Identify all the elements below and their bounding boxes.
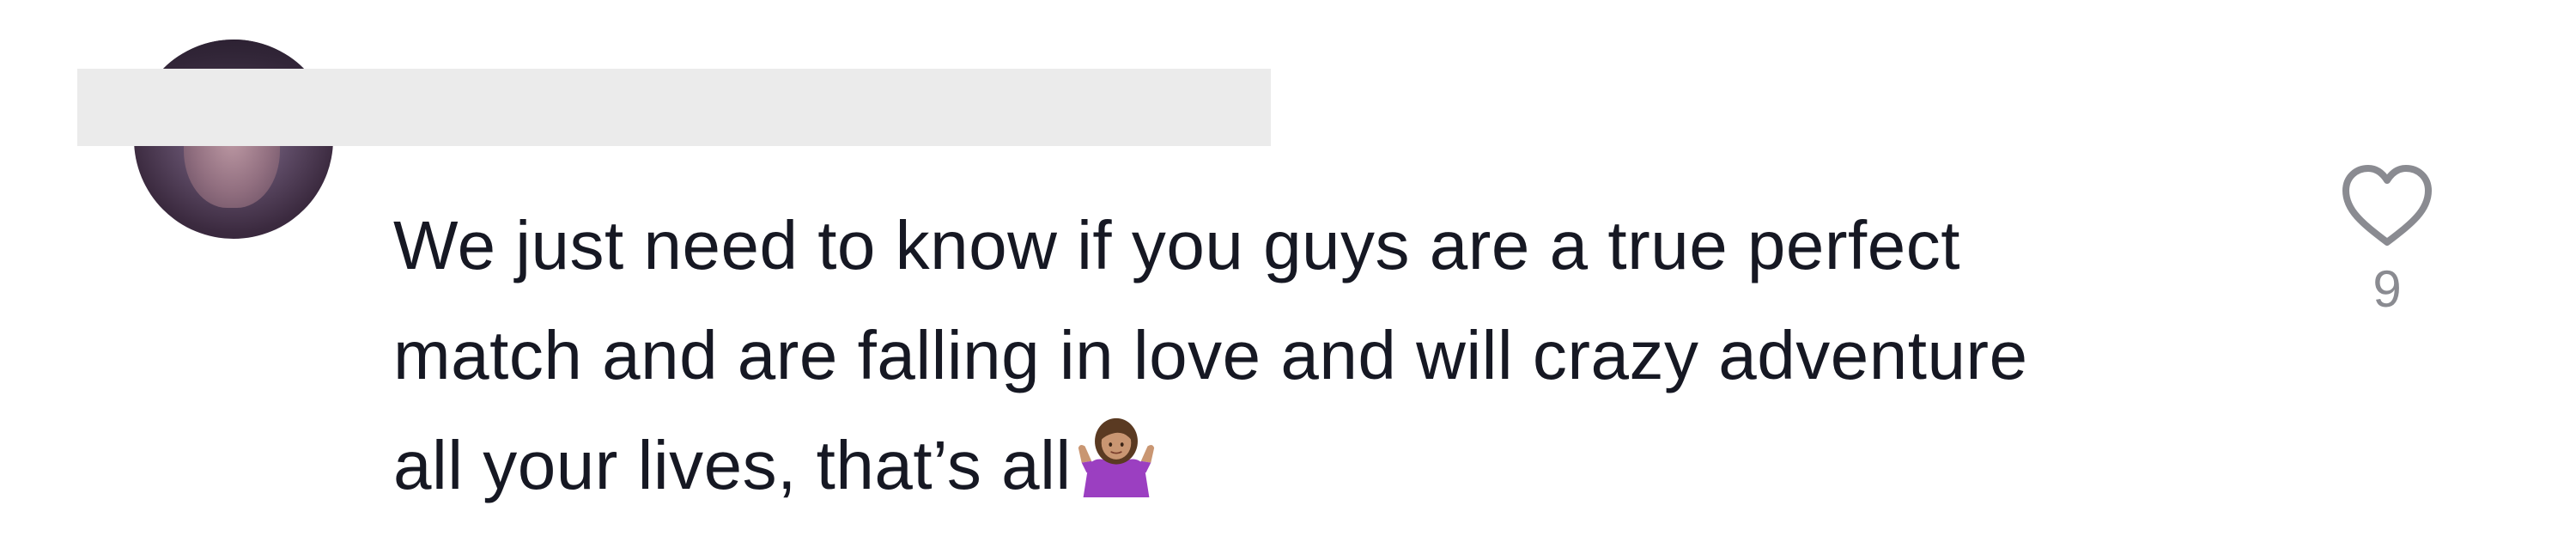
comment-line: We just need to know if you guys are a t… [393, 207, 1960, 283]
like-count: 9 [2372, 260, 2402, 318]
comment-line: all your lives, that’s all [393, 411, 2334, 521]
comment-text: We just need to know if you guys are a t… [393, 191, 2334, 521]
comment-line-text: all your lives, that’s all [393, 427, 1072, 503]
heart-outline-icon [2342, 165, 2432, 246]
like-button[interactable]: 9 [2336, 163, 2439, 335]
comment-line: match and are falling in love and will c… [393, 317, 2028, 393]
person-shrugging-emoji [1078, 417, 1154, 497]
redacted-username [77, 69, 1271, 146]
